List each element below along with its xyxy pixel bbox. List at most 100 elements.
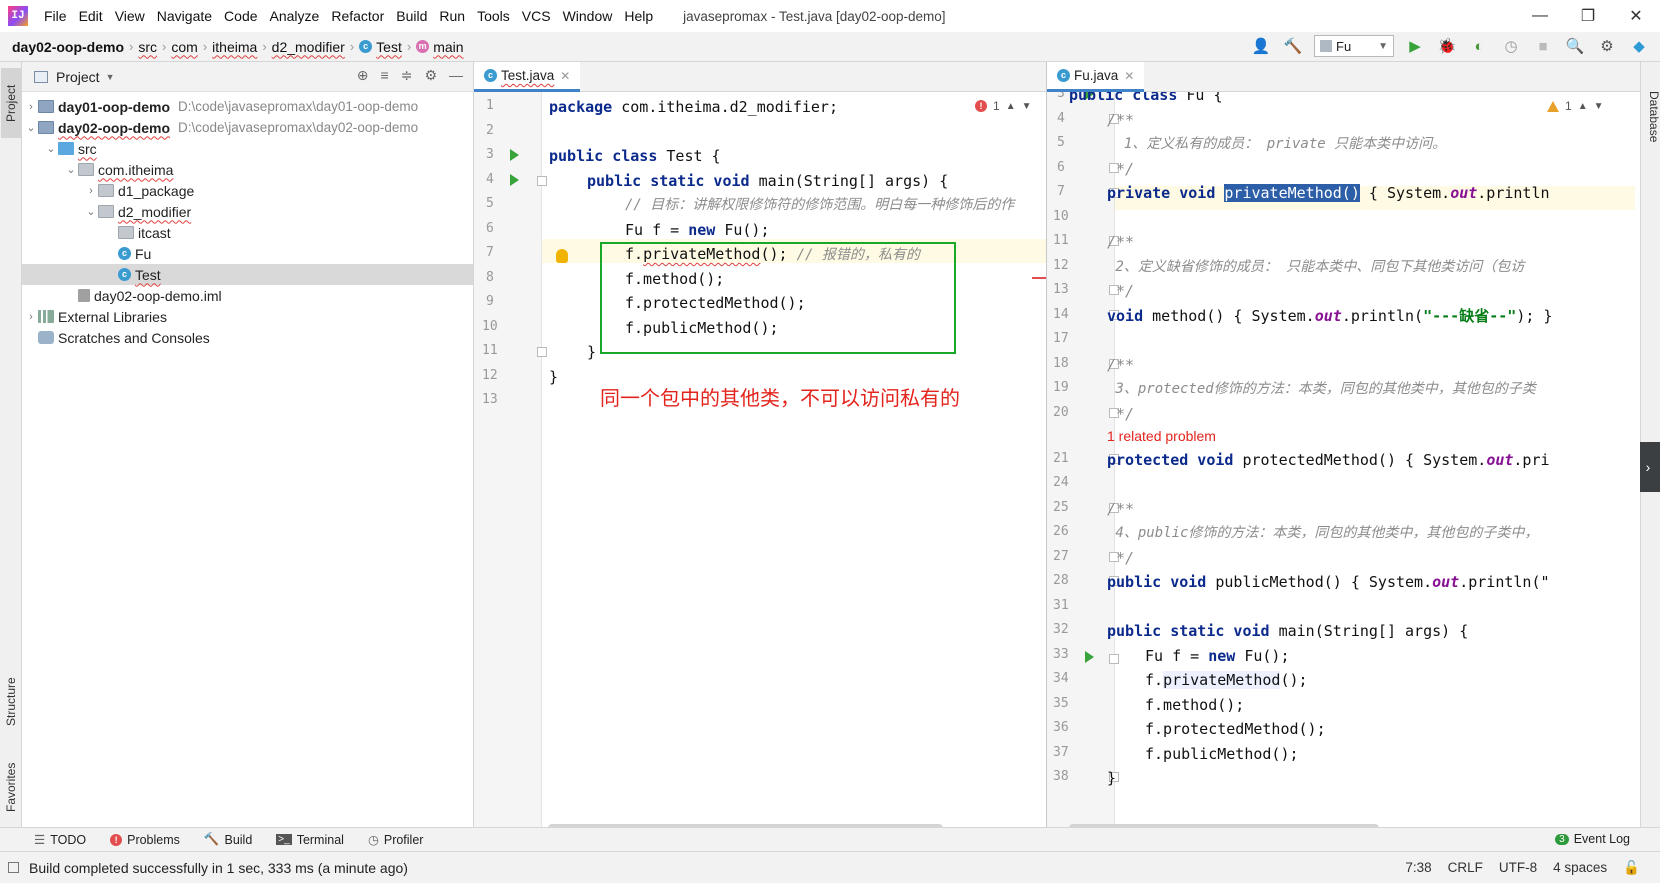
tool-tab-build[interactable]: 🔨 Build	[204, 832, 252, 847]
menu-navigate[interactable]: Navigate	[151, 8, 218, 24]
tree-item-d1-package[interactable]: › d1_package	[84, 180, 194, 201]
tool-tab-problems[interactable]: ! Problems	[110, 833, 180, 847]
run-gutter-icon[interactable]	[1085, 651, 1094, 663]
menu-run[interactable]: Run	[433, 8, 471, 24]
search-icon[interactable]: 🔍	[1564, 35, 1586, 57]
chevron-down-icon[interactable]: ▼	[1594, 101, 1604, 112]
menu-help[interactable]: Help	[618, 8, 659, 24]
breadcrumb-project[interactable]: day02-oop-demo	[12, 39, 124, 55]
event-log-button[interactable]: 3 Event Log	[1555, 832, 1630, 846]
hide-icon[interactable]: —	[449, 67, 463, 84]
tree-item-fu[interactable]: c Fu	[104, 243, 151, 264]
tree-item-scratches[interactable]: Scratches and Consoles	[24, 327, 210, 348]
breadcrumb-com[interactable]: com	[171, 39, 197, 55]
menu-build[interactable]: Build	[390, 8, 433, 24]
tree-item-day01[interactable]: › day01-oop-demo D:\code\javasepromax\da…	[24, 96, 418, 117]
editor-fu-java[interactable]: 3 4 5 6 7 10 11 12 13 14 17 18 19 20 21 …	[1046, 92, 1640, 827]
menu-window[interactable]: Window	[557, 8, 619, 24]
tree-item-day02[interactable]: ⌄ day02-oop-demo D:\code\javasepromax\da…	[24, 117, 418, 138]
locate-icon[interactable]: ⊕	[357, 67, 369, 84]
menu-refactor[interactable]: Refactor	[325, 8, 390, 24]
tree-item-com-itheima[interactable]: ⌄ com.itheima	[64, 159, 173, 180]
profile-icon[interactable]: ◷	[1500, 35, 1522, 57]
breadcrumb-itheima[interactable]: itheima	[212, 39, 257, 55]
collapse-all-icon[interactable]: ≑	[401, 67, 413, 84]
project-tool-tab[interactable]: Project	[1, 68, 21, 138]
database-tool-tab[interactable]: Database	[1641, 87, 1660, 142]
menu-tools[interactable]: Tools	[471, 8, 516, 24]
tool-tab-terminal[interactable]: >_ Terminal	[276, 833, 344, 847]
menu-analyze[interactable]: Analyze	[264, 8, 326, 24]
tool-tab-profiler[interactable]: ◷ Profiler	[368, 832, 424, 848]
close-icon[interactable]: ✕	[560, 69, 570, 83]
structure-tool-tab[interactable]: Structure	[1, 662, 21, 742]
lock-icon[interactable]: 🔓	[1623, 860, 1640, 876]
line-number: 17	[1053, 331, 1069, 346]
chevron-up-icon[interactable]: ▲	[1578, 101, 1588, 112]
fold-marker[interactable]	[537, 176, 547, 186]
status-message[interactable]: Build completed successfully in 1 sec, 3…	[8, 860, 408, 876]
breadcrumb-src[interactable]: src	[138, 39, 157, 55]
intellij-app-icon[interactable]: IJ	[8, 6, 28, 26]
code-line-38: }	[1107, 769, 1117, 787]
related-problem-link[interactable]: 1 related problem	[1107, 428, 1216, 444]
warning-count: 1	[1565, 99, 1572, 113]
run-config-select[interactable]: Fu ▼	[1314, 35, 1394, 57]
stop-icon[interactable]: ■	[1532, 35, 1554, 57]
error-stripe-mark[interactable]	[1032, 277, 1046, 279]
menu-edit[interactable]: Edit	[73, 8, 109, 24]
code-line-33: Fu f = new Fu();	[1145, 645, 1290, 667]
line-separator[interactable]: CRLF	[1448, 860, 1483, 876]
inspection-widget[interactable]: ! 1 ▲ ▼	[975, 99, 1032, 113]
debug-icon[interactable]: 🐞	[1436, 35, 1458, 57]
run-gutter-icon[interactable]	[510, 149, 519, 161]
close-button[interactable]: ✕	[1612, 0, 1660, 32]
tree-item-iml[interactable]: day02-oop-demo.iml	[64, 285, 222, 306]
tab-test-java[interactable]: c Test.java ✕	[474, 62, 581, 92]
project-panel-title[interactable]: Project	[56, 69, 100, 85]
chevron-right-icon: ›	[129, 39, 134, 54]
fold-marker[interactable]	[1109, 654, 1119, 664]
breadcrumb-main[interactable]: main	[433, 39, 463, 55]
inspection-widget[interactable]: 1 ▲ ▼	[1547, 99, 1604, 113]
tab-fu-java[interactable]: c Fu.java ✕	[1047, 62, 1145, 92]
editor-test-java[interactable]: 1 2 3 4 5 6 7 8 9 10 11 12 13 package co…	[474, 92, 1046, 827]
breadcrumb: day02-oop-demo › src › com › itheima › d…	[12, 39, 464, 55]
tool-tab-label: Terminal	[296, 832, 344, 847]
package-icon	[118, 226, 134, 239]
breadcrumb-d2-modifier[interactable]: d2_modifier	[272, 39, 345, 55]
run-gutter-icon[interactable]	[510, 174, 519, 186]
caret-position[interactable]: 7:38	[1405, 860, 1431, 876]
chevron-down-icon[interactable]: ▼	[1022, 101, 1032, 112]
run-icon[interactable]: ▶	[1404, 35, 1426, 57]
menu-file[interactable]: File	[38, 8, 73, 24]
build-hammer-icon[interactable]: 🔨	[1282, 35, 1304, 57]
indent-setting[interactable]: 4 spaces	[1553, 860, 1607, 876]
menu-vcs[interactable]: VCS	[516, 8, 557, 24]
favorites-tool-tab[interactable]: Favorites	[1, 752, 21, 822]
tool-tab-label: Build	[224, 832, 253, 847]
expand-all-icon[interactable]: ≡	[381, 67, 389, 84]
menu-view[interactable]: View	[109, 8, 151, 24]
file-encoding[interactable]: UTF-8	[1499, 860, 1537, 876]
restore-button[interactable]: ❐	[1564, 0, 1612, 32]
tree-item-src[interactable]: ⌄ src	[44, 138, 96, 159]
breadcrumb-test[interactable]: Test	[376, 39, 402, 55]
tree-item-d2-modifier[interactable]: ⌄ d2_modifier	[84, 201, 191, 222]
gear-icon[interactable]: ⚙	[424, 67, 437, 84]
tree-item-external-libraries[interactable]: › External Libraries	[24, 306, 167, 327]
fold-marker[interactable]	[537, 347, 547, 357]
coverage-icon[interactable]: ◐	[1468, 35, 1490, 57]
chevron-up-icon[interactable]: ▲	[1006, 101, 1016, 112]
menu-code[interactable]: Code	[218, 8, 263, 24]
toolbox-icon[interactable]: ◆	[1628, 35, 1650, 57]
user-icon[interactable]: 👤	[1250, 35, 1272, 57]
lightbulb-icon[interactable]	[556, 249, 568, 263]
gear-icon[interactable]: ⚙	[1596, 35, 1618, 57]
tree-item-test[interactable]: c Test	[22, 264, 473, 285]
tool-tab-todo[interactable]: ☰ TODO	[34, 832, 86, 848]
chevron-down-icon[interactable]: ▼	[106, 72, 115, 82]
tree-item-itcast[interactable]: itcast	[104, 222, 171, 243]
minimize-button[interactable]: —	[1516, 0, 1564, 32]
close-icon[interactable]: ✕	[1124, 69, 1134, 83]
